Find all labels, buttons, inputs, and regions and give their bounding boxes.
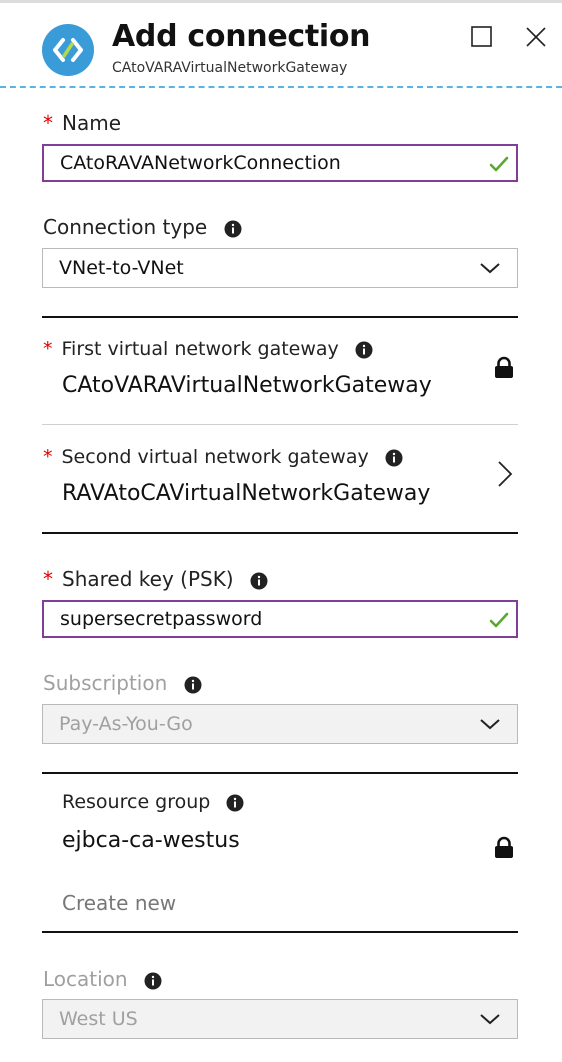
header-divider	[0, 86, 562, 88]
connection-logo-icon	[42, 24, 94, 76]
checkmark-icon	[489, 156, 509, 172]
info-icon[interactable]	[385, 449, 403, 467]
subscription-select[interactable]: Pay-As-You-Go	[42, 704, 518, 744]
maximize-button[interactable]	[470, 25, 494, 49]
shared-key-value: supersecretpassword	[60, 608, 263, 630]
first-gateway-label: * First virtual network gateway	[43, 338, 373, 360]
lock-icon	[495, 836, 513, 858]
chevron-down-icon	[480, 263, 500, 274]
shared-key-label: * Shared key (PSK)	[43, 567, 268, 591]
required-mark: *	[43, 446, 53, 468]
section-divider	[42, 772, 518, 774]
info-icon[interactable]	[226, 794, 244, 812]
subscription-label: Subscription	[43, 671, 202, 695]
resource-group-label: Resource group	[62, 791, 244, 813]
location-label: Location	[43, 967, 162, 991]
info-icon[interactable]	[355, 341, 373, 359]
chevron-right-icon[interactable]	[496, 460, 514, 488]
second-gateway-label: * Second virtual network gateway	[43, 446, 403, 468]
section-divider	[42, 931, 518, 933]
required-mark: *	[43, 567, 53, 591]
info-icon[interactable]	[224, 220, 242, 238]
chevron-down-icon	[480, 1014, 500, 1025]
name-label: * Name	[43, 111, 122, 135]
page-subtitle: CAtoVARAVirtualNetworkGateway	[112, 60, 348, 76]
resource-group-value: ejbca-ca-westus	[62, 828, 240, 853]
section-divider	[42, 316, 518, 318]
shared-key-input[interactable]: supersecretpassword	[42, 600, 518, 638]
subscription-value: Pay-As-You-Go	[59, 713, 193, 735]
location-value: West US	[59, 1008, 138, 1030]
info-icon[interactable]	[250, 572, 268, 590]
connection-type-label: Connection type	[43, 215, 242, 239]
first-gateway-value: CAtoVARAVirtualNetworkGateway	[62, 373, 432, 398]
connection-type-value: VNet-to-VNet	[59, 257, 184, 279]
location-select[interactable]: West US	[42, 999, 518, 1039]
required-mark: *	[43, 111, 53, 135]
chevron-down-icon	[480, 719, 500, 730]
name-input[interactable]: CAtoRAVANetworkConnection	[42, 144, 518, 182]
close-button[interactable]	[524, 25, 548, 49]
blade-header: Add connection CAtoVARAVirtualNetworkGat…	[0, 3, 562, 87]
info-icon[interactable]	[184, 676, 202, 694]
create-new-link[interactable]: Create new	[62, 891, 176, 915]
maximize-icon	[471, 26, 492, 47]
lock-icon	[495, 356, 513, 378]
section-divider	[42, 532, 518, 534]
section-divider	[42, 424, 518, 425]
close-icon	[526, 27, 546, 47]
name-input-value: CAtoRAVANetworkConnection	[60, 152, 341, 174]
required-mark: *	[43, 338, 53, 360]
checkmark-icon	[489, 612, 509, 628]
connection-type-select[interactable]: VNet-to-VNet	[42, 248, 518, 288]
page-title: Add connection	[112, 19, 371, 54]
info-icon[interactable]	[144, 972, 162, 990]
second-gateway-value[interactable]: RAVAtoCAVirtualNetworkGateway	[62, 481, 430, 506]
